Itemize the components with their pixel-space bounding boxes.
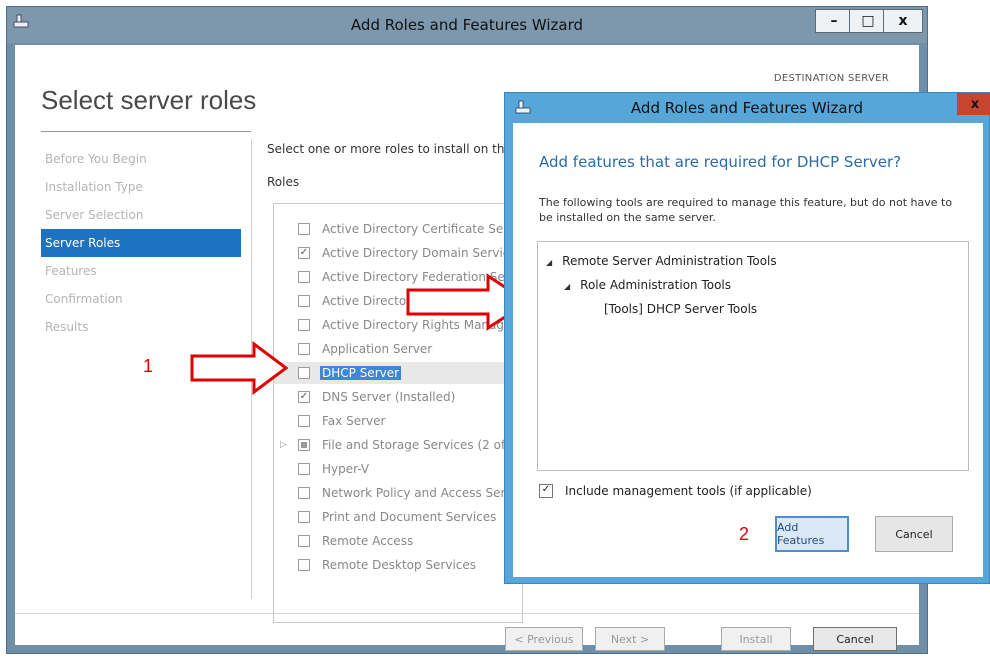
nav-installation-type[interactable]: Installation Type xyxy=(41,173,241,201)
include-management-tools[interactable]: ✓ Include management tools (if applicabl… xyxy=(539,484,812,498)
role-checkbox[interactable] xyxy=(298,487,310,499)
role-label: Network Policy and Access Serv xyxy=(322,486,513,500)
role-row[interactable]: Remote Access xyxy=(274,530,522,552)
role-row[interactable]: Hyper-V xyxy=(274,458,522,480)
expand-arrow-icon[interactable]: ◢ xyxy=(564,282,570,291)
role-checkbox[interactable] xyxy=(298,415,310,427)
previous-button[interactable]: < Previous xyxy=(505,627,583,651)
role-checkbox[interactable] xyxy=(298,463,310,475)
role-checkbox[interactable] xyxy=(298,535,310,547)
role-row[interactable]: Fax Server xyxy=(274,410,522,432)
role-label: Hyper-V xyxy=(322,462,370,476)
role-row[interactable]: Network Policy and Access Serv xyxy=(274,482,522,504)
role-row[interactable]: Remote Desktop Services xyxy=(274,554,522,576)
role-checkbox[interactable]: ✓ xyxy=(298,391,310,403)
role-label: File and Storage Services (2 of xyxy=(322,438,506,452)
tree-item-label: [Tools] DHCP Server Tools xyxy=(604,302,758,316)
next-button[interactable]: Next > xyxy=(595,627,665,651)
roles-list[interactable]: Active Directory Certificate Serv ✓ Acti… xyxy=(273,203,523,623)
dialog-heading: Add features that are required for DHCP … xyxy=(539,153,902,171)
role-label: Active Directory Domain Service xyxy=(322,246,517,260)
minimize-button[interactable]: – xyxy=(815,9,853,33)
role-checkbox[interactable] xyxy=(298,295,310,307)
cancel-button[interactable]: Cancel xyxy=(813,627,897,651)
role-checkbox[interactable]: ✓ xyxy=(298,247,310,259)
nav-results[interactable]: Results xyxy=(41,313,241,341)
nav-features[interactable]: Features xyxy=(41,257,241,285)
add-features-dialog: Add Roles and Features Wizard x Add feat… xyxy=(504,92,990,584)
install-button[interactable]: Install xyxy=(721,627,791,651)
role-checkbox[interactable] xyxy=(298,319,310,331)
roles-heading: Roles xyxy=(267,175,300,189)
role-row-dhcp-server[interactable]: DHCP Server xyxy=(274,362,522,384)
main-titlebar[interactable]: Add Roles and Features Wizard – □ x xyxy=(7,7,927,43)
role-label: Remote Access xyxy=(322,534,414,548)
step-2-label: 2 xyxy=(739,524,750,544)
role-checkbox[interactable] xyxy=(298,223,310,235)
add-features-button[interactable]: Add Features xyxy=(775,516,849,552)
role-row[interactable]: ✓ Active Directory Domain Service xyxy=(274,242,522,264)
step-1-label: 1 xyxy=(143,356,154,376)
nav-before-you-begin[interactable]: Before You Begin xyxy=(41,145,241,173)
role-label: Application Server xyxy=(322,342,433,356)
main-window-title: Add Roles and Features Wizard xyxy=(350,16,584,34)
page-title: Select server roles xyxy=(41,85,257,115)
nav-confirmation[interactable]: Confirmation xyxy=(41,285,241,313)
role-row[interactable]: Print and Document Services xyxy=(274,506,522,528)
role-checkbox[interactable] xyxy=(298,367,310,379)
header-divider xyxy=(41,131,251,132)
role-checkbox[interactable] xyxy=(298,439,310,451)
role-checkbox[interactable] xyxy=(298,271,310,283)
role-checkbox[interactable] xyxy=(298,511,310,523)
tree-item[interactable]: ◢ Role Administration Tools xyxy=(564,278,731,292)
close-button[interactable]: x xyxy=(883,9,923,33)
tree-item-label: Role Administration Tools xyxy=(580,278,732,292)
role-label: Remote Desktop Services xyxy=(322,558,477,572)
dialog-description: The following tools are required to mana… xyxy=(539,196,953,224)
expand-arrow-icon[interactable]: ▷ xyxy=(280,440,287,450)
role-label: DHCP Server xyxy=(320,366,402,380)
role-checkbox[interactable] xyxy=(298,559,310,571)
role-row[interactable]: ▷ File and Storage Services (2 of xyxy=(274,434,522,456)
destination-server-label: DESTINATION SERVER xyxy=(773,73,889,84)
expand-arrow-icon[interactable]: ◢ xyxy=(546,258,552,267)
dialog-content: Add features that are required for DHCP … xyxy=(513,123,983,577)
role-label: Active Directory Certificate Serv xyxy=(322,222,516,236)
dialog-title: Add Roles and Features Wizard xyxy=(630,99,864,117)
red-arrow-1-icon xyxy=(190,341,289,395)
role-row[interactable]: ✓ DNS Server (Installed) xyxy=(274,386,522,408)
role-row[interactable]: Application Server xyxy=(274,338,522,360)
role-checkbox[interactable] xyxy=(298,343,310,355)
dialog-close-button[interactable]: x xyxy=(957,93,990,115)
role-row[interactable]: Active Directory Certificate Serv xyxy=(274,218,522,240)
role-label: Fax Server xyxy=(322,414,386,428)
dialog-cancel-button[interactable]: Cancel xyxy=(875,516,953,552)
include-label: Include management tools (if applicable) xyxy=(565,484,812,498)
nav-server-roles[interactable]: Server Roles xyxy=(41,229,241,257)
instructions-text: Select one or more roles to install on t… xyxy=(267,142,505,156)
tree-item[interactable]: [Tools] DHCP Server Tools xyxy=(604,302,757,316)
role-label: DNS Server (Installed) xyxy=(322,390,456,404)
wizard-nav: Before You Begin Installation Type Serve… xyxy=(41,145,241,341)
tree-item-label: Remote Server Administration Tools xyxy=(562,254,777,268)
tree-item[interactable]: ◢ Remote Server Administration Tools xyxy=(546,254,777,268)
maximize-button[interactable]: □ xyxy=(849,9,887,33)
footer-divider xyxy=(15,613,919,614)
dialog-titlebar[interactable]: Add Roles and Features Wizard x xyxy=(505,93,990,123)
nav-server-selection[interactable]: Server Selection xyxy=(41,201,241,229)
include-checkbox[interactable]: ✓ xyxy=(539,484,553,498)
role-label: Print and Document Services xyxy=(322,510,497,524)
features-tree[interactable]: ◢ Remote Server Administration Tools ◢ Rol… xyxy=(537,241,969,471)
